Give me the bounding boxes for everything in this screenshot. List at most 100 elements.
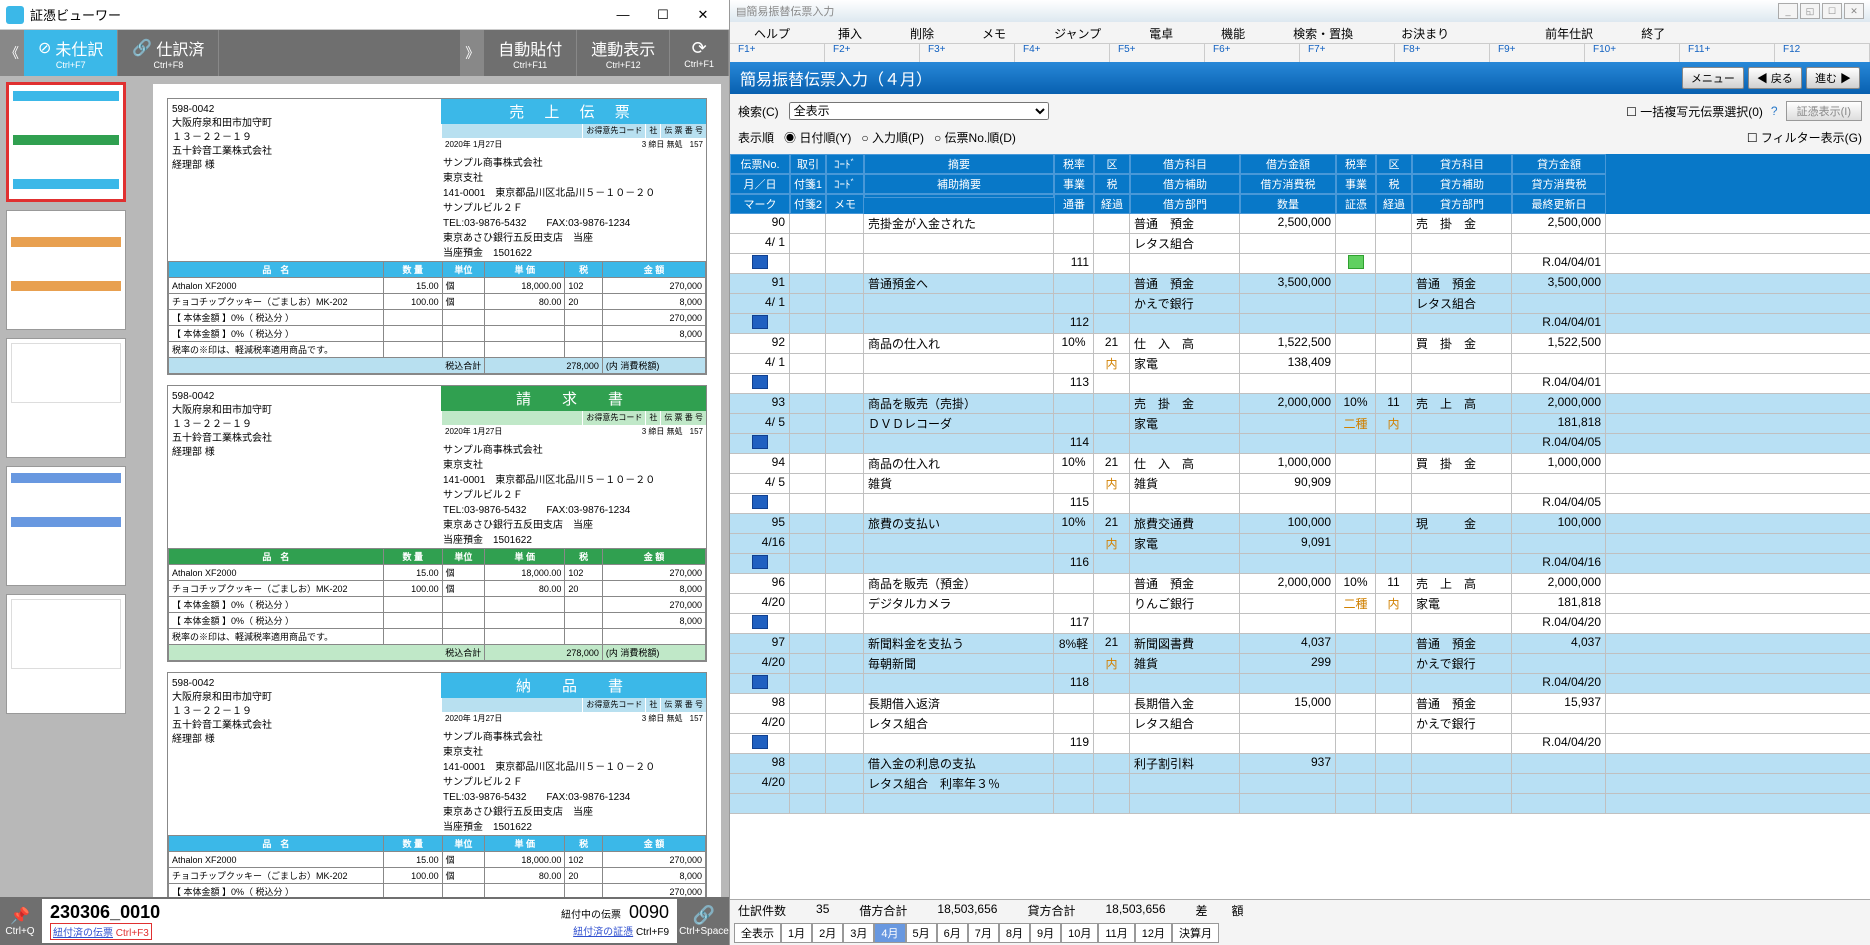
- month-tab[interactable]: 12月: [1135, 923, 1172, 943]
- thumbnail-2[interactable]: [6, 210, 126, 330]
- month-tab[interactable]: 3月: [843, 923, 874, 943]
- min-icon[interactable]: _: [1778, 3, 1798, 19]
- thumbnail-5[interactable]: [6, 594, 126, 714]
- menu-item[interactable]: メモ: [958, 22, 1030, 43]
- back-button[interactable]: ◀ 戻る: [1748, 67, 1802, 89]
- fkey[interactable]: F10+: [1585, 44, 1680, 62]
- linked-evidence-link[interactable]: 紐付済の証憑: [573, 927, 633, 938]
- month-tab[interactable]: 4月: [874, 923, 905, 943]
- tab-unposted[interactable]: ⊘未仕訳 Ctrl+F7: [24, 30, 118, 76]
- tab-autopaste[interactable]: 自動貼付Ctrl+F11: [484, 30, 577, 76]
- order-no-radio[interactable]: ○ 伝票No.順(D): [934, 129, 1016, 146]
- fkey[interactable]: F2+: [825, 44, 920, 62]
- left-title: 証憑ビューワー: [30, 5, 121, 24]
- month-tab[interactable]: 11月: [1098, 923, 1134, 943]
- menu-item[interactable]: 検索・置換: [1269, 22, 1377, 43]
- max-icon[interactable]: ☐: [1822, 3, 1842, 19]
- menu-item[interactable]: 終了: [1617, 22, 1689, 43]
- month-tab[interactable]: 5月: [906, 923, 937, 943]
- menu-item[interactable]: [1473, 22, 1521, 43]
- next-arrow[interactable]: 》: [460, 30, 484, 76]
- month-tab[interactable]: 1月: [781, 923, 812, 943]
- right-footer: 仕訳件数35 借方合計18,503,656 貸方合計18,503,656 差 額…: [730, 899, 1870, 945]
- journal-row[interactable]: 92商品の仕入れ10%21仕 入 高1,522,500買 掛 金1,522,50…: [730, 334, 1870, 394]
- tab-linkview[interactable]: 連動表示Ctrl+F12: [577, 30, 670, 76]
- journal-row[interactable]: 94商品の仕入れ10%21仕 入 高1,000,000買 掛 金1,000,00…: [730, 454, 1870, 514]
- menu-item[interactable]: 電卓: [1125, 22, 1197, 43]
- month-tab[interactable]: 決算月: [1172, 923, 1219, 943]
- journal-row[interactable]: 90売掛金が入金された普通 預金2,500,000売 掛 金2,500,0004…: [730, 214, 1870, 274]
- month-tab[interactable]: 全表示: [734, 923, 781, 943]
- journal-grid[interactable]: 伝票No.月／日マーク取引付箋1付箋2ｺｰﾄﾞｺｰﾄﾞメモ摘要補助摘要税率事業通…: [730, 154, 1870, 899]
- menu-button[interactable]: メニュー: [1682, 67, 1744, 89]
- journal-row[interactable]: 96商品を販売（預金）普通 預金2,000,00010%11売 上 高2,000…: [730, 574, 1870, 634]
- maximize-button[interactable]: ☐: [643, 1, 683, 29]
- menu-item[interactable]: お決まり: [1377, 22, 1473, 43]
- journal-row[interactable]: 95旅費の支払い10%21旅費交通費100,000現 金100,0004/16内…: [730, 514, 1870, 574]
- tab-posted[interactable]: 🔗仕訳済 Ctrl+F8: [118, 30, 219, 76]
- fkey[interactable]: F3+: [920, 44, 1015, 62]
- fkey[interactable]: F1+: [730, 44, 825, 62]
- fkey[interactable]: F7+: [1300, 44, 1395, 62]
- app-icon: [6, 6, 24, 24]
- fkey[interactable]: F5+: [1110, 44, 1205, 62]
- left-toolbar: 《 ⊘未仕訳 Ctrl+F7 🔗仕訳済 Ctrl+F8 》 自動貼付Ctrl+F…: [0, 30, 729, 76]
- fkey[interactable]: F11+: [1680, 44, 1775, 62]
- link-button[interactable]: 🔗Ctrl+Space: [679, 905, 729, 937]
- month-tab[interactable]: 8月: [999, 923, 1030, 943]
- document-preview[interactable]: 598-0042大阪府泉和田市加守町１３－２２－１９五十鈴音工業株式会社経理部 …: [145, 76, 729, 897]
- journal-entry-pane: ▤ 簡易振替伝票入力 _◱☐✕ ヘルプ挿入削除メモジャンプ電卓機能検索・置換お決…: [730, 0, 1870, 945]
- thumbnail-1[interactable]: [6, 82, 126, 202]
- right-titlebar: ▤ 簡易振替伝票入力 _◱☐✕: [730, 0, 1870, 22]
- left-footer: 📌Ctrl+Q 230306_0010紐付中の伝票0090 紐付済の伝票 Ctr…: [0, 897, 729, 945]
- link-icon: 🔗: [132, 38, 152, 58]
- show-evidence-button[interactable]: 証憑表示(I): [1786, 101, 1862, 121]
- left-titlebar: 証憑ビューワー — ☐ ✕: [0, 0, 729, 30]
- batch-copy-check[interactable]: ☐ 一括複写元伝票選択(0): [1626, 103, 1763, 120]
- journal-row[interactable]: 98長期借入返済長期借入金15,000普通 預金15,9374/20レタス組合レ…: [730, 694, 1870, 754]
- close-button[interactable]: ✕: [683, 1, 723, 29]
- pin-button[interactable]: 📌Ctrl+Q: [0, 906, 40, 937]
- menu-item[interactable]: 挿入: [814, 22, 886, 43]
- fkey[interactable]: F6+: [1205, 44, 1300, 62]
- thumbnail-4[interactable]: [6, 466, 126, 586]
- fkey[interactable]: F4+: [1015, 44, 1110, 62]
- tab-refresh[interactable]: ⟳Ctrl+F1: [670, 30, 729, 76]
- month-tab[interactable]: 9月: [1030, 923, 1061, 943]
- thumbnail-list[interactable]: [0, 76, 145, 897]
- journal-row[interactable]: 91普通預金へ普通 預金3,500,000普通 預金3,500,0004/ 1か…: [730, 274, 1870, 334]
- search-select[interactable]: 全表示: [789, 102, 1049, 120]
- refresh-icon: ⟳: [692, 38, 707, 59]
- order-date-radio[interactable]: ◉ 日付順(Y): [784, 129, 851, 146]
- fkey[interactable]: F12: [1775, 44, 1870, 62]
- menu-item[interactable]: ヘルプ: [730, 22, 814, 43]
- menu-item[interactable]: 機能: [1197, 22, 1269, 43]
- forward-button[interactable]: 進む ▶: [1806, 67, 1860, 89]
- doc-icon: ▤: [736, 5, 746, 18]
- journal-row[interactable]: 93商品を販売（売掛）売 掛 金2,000,00010%11売 上 高2,000…: [730, 394, 1870, 454]
- close2-icon[interactable]: ✕: [1844, 3, 1864, 19]
- minimize-button[interactable]: —: [603, 1, 643, 29]
- month-tab[interactable]: 7月: [968, 923, 999, 943]
- linked-vouchers-link[interactable]: 紐付済の伝票: [53, 928, 113, 939]
- journal-row[interactable]: 97新聞料金を支払う8%軽21新聞図書費4,037普通 預金4,0374/20毎…: [730, 634, 1870, 694]
- order-input-radio[interactable]: ○ 入力順(P): [861, 129, 924, 146]
- thumbnail-3[interactable]: [6, 338, 126, 458]
- pin-icon: 📌: [0, 906, 40, 926]
- controls-panel: 検索(C) 全表示 ☐ 一括複写元伝票選択(0) ? 証憑表示(I) 表示順 ◉…: [730, 94, 1870, 154]
- screen-header: 簡易振替伝票入力（４月） メニュー ◀ 戻る 進む ▶: [730, 62, 1870, 94]
- menu-item[interactable]: ジャンプ: [1030, 22, 1125, 43]
- fkey[interactable]: F8+: [1395, 44, 1490, 62]
- rest-icon[interactable]: ◱: [1800, 3, 1820, 19]
- journal-row[interactable]: 98借入金の利息の支払利子割引料9374/20レタス組合 利率年３％: [730, 754, 1870, 814]
- prev-arrow[interactable]: 《: [0, 30, 24, 76]
- file-name: 230306_0010: [50, 902, 160, 923]
- help-icon[interactable]: ?: [1771, 104, 1778, 118]
- menu-item[interactable]: 削除: [886, 22, 958, 43]
- month-tab[interactable]: 2月: [812, 923, 843, 943]
- fkey[interactable]: F9+: [1490, 44, 1585, 62]
- menu-item[interactable]: 前年仕訳: [1521, 22, 1617, 43]
- month-tab[interactable]: 10月: [1061, 923, 1098, 943]
- filter-check[interactable]: ☐ フィルター表示(G): [1747, 129, 1862, 146]
- month-tab[interactable]: 6月: [937, 923, 968, 943]
